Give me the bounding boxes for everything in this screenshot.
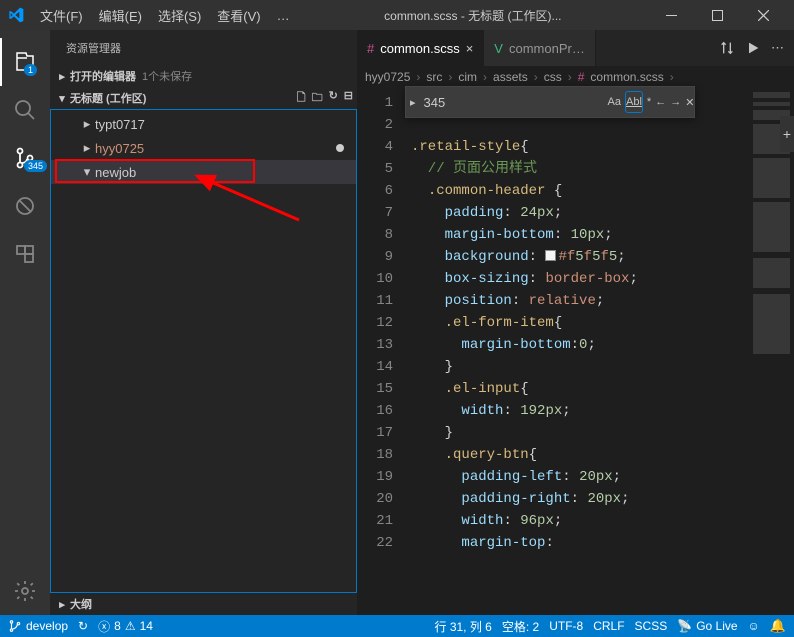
scm-badge: 345: [24, 160, 47, 172]
find-prev-icon[interactable]: ←: [655, 91, 666, 113]
workspace-header[interactable]: ▾ 无标题 (工作区) 🗋 🗀 ↻ ⊟: [50, 87, 357, 109]
sidebar-title: 资源管理器: [50, 30, 357, 65]
outline-header[interactable]: ▸ 大纲: [50, 593, 357, 615]
status-lang[interactable]: SCSS: [635, 619, 668, 633]
activitybar-settings[interactable]: [0, 567, 50, 615]
tab-label: common.scss: [380, 41, 459, 56]
chevron-right-icon: ▸: [79, 140, 95, 156]
menu-file[interactable]: 文件(F): [32, 6, 91, 25]
find-widget: ▸ Aa Abl * ← → ✕: [405, 86, 695, 118]
activitybar: 1 345: [0, 30, 50, 615]
editor-add-group-icon[interactable]: +: [780, 116, 794, 152]
status-feedback-icon[interactable]: ☺: [748, 619, 760, 633]
breadcrumb-item[interactable]: hyy0725: [365, 70, 410, 84]
new-file-icon[interactable]: 🗋: [297, 89, 306, 108]
menu-overflow[interactable]: …: [269, 8, 298, 23]
statusbar: develop ↻ ⓧ8 ⚠14 行 31, 列 6 空格: 2 UTF-8 C…: [0, 615, 794, 637]
folder-label: typt0717: [95, 117, 145, 132]
breadcrumb-item[interactable]: src: [426, 70, 442, 84]
folder-label: hyy0725: [95, 141, 144, 156]
sidebar: 资源管理器 ▸ 打开的编辑器 1个未保存 ▾ 无标题 (工作区) 🗋 🗀 ↻ ⊟…: [50, 30, 357, 615]
editor-toolbar: ⋯: [709, 30, 794, 66]
line-numbers: 1245678910111213141516171819202122: [357, 88, 405, 615]
close-button[interactable]: [740, 0, 786, 30]
more-icon[interactable]: ⋯: [771, 40, 784, 56]
status-cursor[interactable]: 行 31, 列 6: [435, 618, 492, 635]
activitybar-debug[interactable]: [0, 182, 50, 230]
regex-toggle[interactable]: *: [647, 91, 651, 113]
breadcrumb-item[interactable]: assets: [493, 70, 528, 84]
status-golive[interactable]: 📡 Go Live: [677, 619, 737, 633]
editor-tabs: # common.scss × V commonPr… ⋯: [357, 30, 794, 66]
chevron-down-icon: ▾: [54, 92, 70, 105]
unsaved-count: 1个未保存: [142, 68, 192, 84]
run-icon[interactable]: [745, 40, 761, 56]
open-editors-label: 打开的编辑器: [70, 68, 136, 84]
tab-label: commonPr…: [509, 41, 585, 56]
find-close-icon[interactable]: ✕: [685, 91, 694, 113]
warning-icon: ⚠: [125, 619, 136, 633]
code-editor[interactable]: 1245678910111213141516171819202122 .reta…: [357, 88, 794, 615]
status-bell-icon[interactable]: 🔔: [770, 618, 786, 634]
open-editors-header[interactable]: ▸ 打开的编辑器 1个未保存: [50, 65, 357, 87]
activitybar-extensions[interactable]: [0, 230, 50, 278]
maximize-button[interactable]: [694, 0, 740, 30]
tab-commonpr[interactable]: V commonPr…: [484, 30, 596, 66]
activitybar-explorer[interactable]: 1: [0, 38, 50, 86]
status-encoding[interactable]: UTF-8: [549, 619, 583, 633]
titlebar: 文件(F) 编辑(E) 选择(S) 查看(V) … common.scss - …: [0, 0, 794, 30]
explorer-badge: 1: [24, 64, 37, 76]
folder-label: newjob: [95, 165, 136, 180]
outline-label: 大纲: [70, 596, 92, 612]
whole-word-toggle[interactable]: Abl: [625, 91, 643, 113]
tree-folder-newjob[interactable]: ▾ newjob: [51, 160, 356, 184]
new-folder-icon[interactable]: 🗀: [312, 89, 323, 108]
scss-file-icon: #: [367, 41, 374, 56]
error-icon: ⓧ: [98, 618, 110, 635]
code-content[interactable]: .retail-style{ // 页面公用样式 .common-header …: [405, 88, 748, 615]
tab-common-scss[interactable]: # common.scss ×: [357, 30, 484, 66]
status-eol[interactable]: CRLF: [593, 619, 624, 633]
chevron-down-icon: ▾: [79, 164, 95, 180]
vscode-logo-icon: [8, 7, 24, 23]
status-problems[interactable]: ⓧ8 ⚠14: [98, 618, 153, 635]
minimize-button[interactable]: [648, 0, 694, 30]
tree-folder-hyy0725[interactable]: ▸ hyy0725: [51, 136, 356, 160]
vue-file-icon: V: [494, 41, 503, 56]
compare-icon[interactable]: [719, 40, 735, 56]
status-sync[interactable]: ↻: [78, 619, 88, 633]
chevron-right-icon: ▸: [79, 116, 95, 132]
editor-area: # common.scss × V commonPr… ⋯ hyy0725› s…: [357, 30, 794, 615]
find-input[interactable]: [420, 95, 604, 110]
status-indent[interactable]: 空格: 2: [502, 618, 539, 635]
close-tab-icon[interactable]: ×: [466, 41, 474, 56]
workspace-label: 无标题 (工作区): [70, 90, 146, 106]
status-branch[interactable]: develop: [8, 619, 68, 633]
breadcrumb-item[interactable]: cim: [458, 70, 477, 84]
menu-view[interactable]: 查看(V): [209, 6, 268, 25]
chevron-right-icon: ▸: [54, 70, 70, 83]
scss-file-icon: #: [578, 70, 585, 84]
chevron-right-icon: ▸: [54, 598, 70, 611]
menu-select[interactable]: 选择(S): [150, 6, 209, 25]
find-toggle-replace-icon[interactable]: ▸: [410, 91, 416, 113]
match-case-toggle[interactable]: Aa: [608, 91, 621, 113]
window-controls: [648, 0, 786, 30]
menu-edit[interactable]: 编辑(E): [91, 6, 150, 25]
breadcrumb-item[interactable]: css: [544, 70, 562, 84]
breadcrumb-item[interactable]: common.scss: [590, 70, 663, 84]
file-tree: ▸ typt0717 ▸ hyy0725 ▾ newjob: [50, 109, 357, 593]
activitybar-search[interactable]: [0, 86, 50, 134]
minimap[interactable]: [748, 88, 794, 615]
find-next-icon[interactable]: →: [670, 91, 681, 113]
collapse-all-icon[interactable]: ⊟: [344, 89, 353, 108]
breadcrumbs[interactable]: hyy0725› src› cim› assets› css› # common…: [357, 66, 794, 88]
refresh-icon[interactable]: ↻: [329, 89, 338, 108]
activitybar-scm[interactable]: 345: [0, 134, 50, 182]
tree-folder-typt0717[interactable]: ▸ typt0717: [51, 112, 356, 136]
window-title: common.scss - 无标题 (工作区)...: [298, 7, 648, 24]
